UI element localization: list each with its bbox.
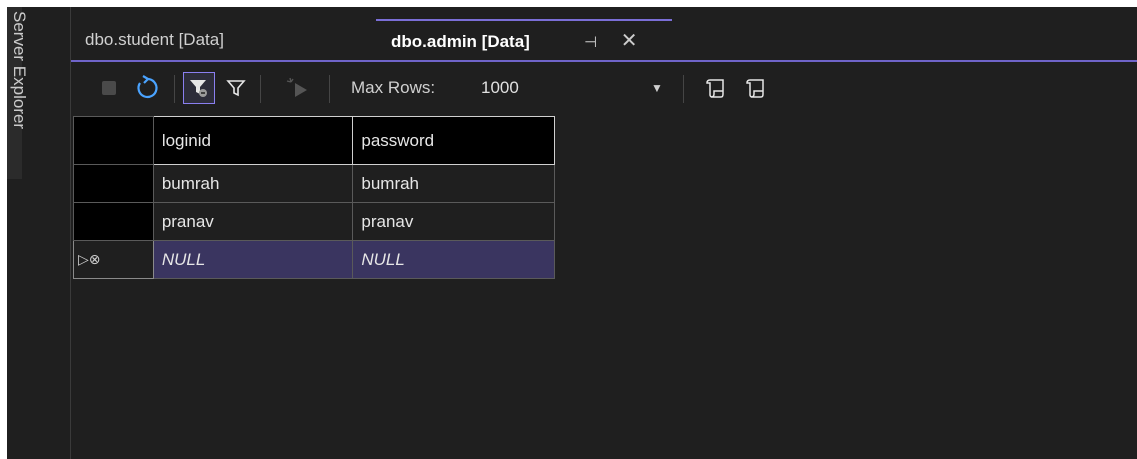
tab-actions: ⊣ ✕ [584,21,643,60]
column-header-password[interactable]: password [352,116,555,165]
row-header[interactable] [73,164,154,203]
tab-dbo-student-data[interactable]: dbo.student [Data] [85,19,295,60]
pin-icon[interactable]: ⊣ [584,22,606,63]
toolbar-separator [683,75,684,103]
max-rows-value: 1000 [481,78,519,97]
data-toolbar: Max Rows: 1000 ▼ [71,64,1137,112]
toolbar-separator [329,75,330,103]
cell-password[interactable]: pranav [352,202,555,241]
cell-password[interactable]: NULL [352,240,555,279]
refresh-icon[interactable] [129,64,165,112]
new-row-marker-icon[interactable]: ▷⊗ [73,240,154,279]
server-explorer-panel[interactable]: Server Explorer [7,7,29,179]
cell-password[interactable]: bumrah [352,164,555,203]
row-header[interactable] [73,202,154,241]
tab-label: dbo.student [Data] [85,30,224,49]
cell-loginid[interactable]: pranav [152,202,354,241]
sort-filter-toggle-button[interactable] [182,64,216,112]
toolbar-separator [174,75,175,103]
max-rows-label: Max Rows: [351,78,436,97]
header-row: loginid password [73,116,555,165]
toolbar-separator [260,75,261,103]
server-explorer-label[interactable]: Server Explorer [6,11,30,211]
cell-loginid[interactable]: NULL [152,240,354,279]
cell-loginid[interactable]: bumrah [152,164,354,203]
close-icon[interactable]: ✕ [621,21,643,62]
results-grid: loginid password bumrah bumrah pranav pr… [73,116,555,279]
table-row[interactable]: bumrah bumrah [73,164,555,203]
tab-label: dbo.admin [Data] [391,32,530,51]
stop-icon[interactable] [99,64,119,112]
script-to-file-icon[interactable] [741,64,771,112]
max-rows-select[interactable]: 1000 ▼ [481,73,667,103]
execute-sql-icon[interactable] [281,64,315,112]
new-row[interactable]: ▷⊗ NULL NULL [73,240,555,279]
filter-icon[interactable] [222,64,250,112]
script-icon[interactable] [701,64,731,112]
tab-dbo-admin-data[interactable]: dbo.admin [Data] ⊣ ✕ [376,19,672,60]
editor-window: Server Explorer dbo.student [Data] dbo.a… [7,7,1137,459]
chevron-down-icon[interactable]: ▼ [649,73,665,103]
select-all-cell[interactable] [73,116,154,165]
column-header-loginid[interactable]: loginid [152,116,354,165]
tab-underline [71,60,1137,62]
filter-active-icon [183,72,215,104]
table-row[interactable]: pranav pranav [73,202,555,241]
